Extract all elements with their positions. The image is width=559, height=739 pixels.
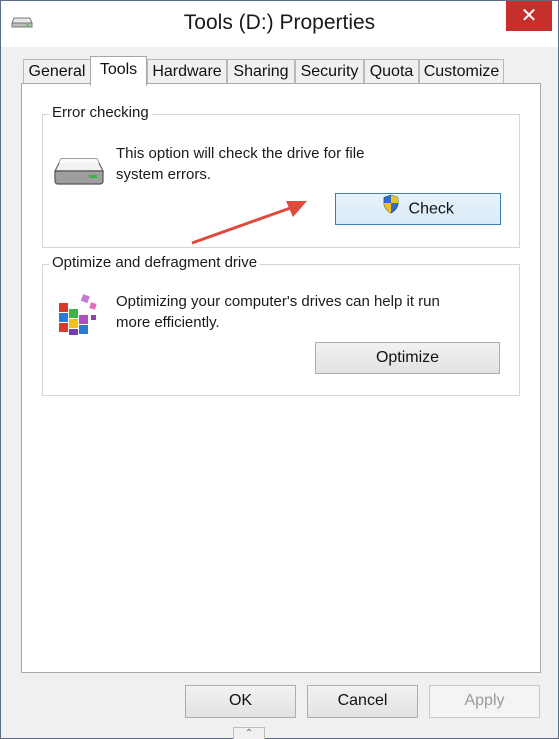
tab-tools[interactable]: Tools [90, 56, 147, 86]
error-checking-description: This option will check the drive for fil… [116, 143, 364, 185]
optimize-line-1: Optimizing your computer's drives can he… [116, 293, 440, 310]
tools-panel: Error checking This option will check th… [21, 83, 541, 673]
tab-security[interactable]: Security [295, 59, 364, 85]
optimize-button[interactable]: Optimize [315, 342, 500, 374]
optimize-description: Optimizing your computer's drives can he… [116, 291, 440, 333]
close-icon: ✕ [520, 5, 538, 27]
error-checking-group: Error checking This option will check th… [42, 104, 520, 248]
ok-button[interactable]: OK [185, 685, 296, 718]
chevron-up-icon: ⌃ [244, 728, 254, 739]
error-checking-line-1: This option will check the drive for fil… [116, 145, 365, 162]
error-checking-title: Error checking [49, 104, 152, 121]
window-title: Tools (D:) Properties [183, 11, 376, 34]
properties-window: Tools (D:) Properties ✕ General Tools Ha… [0, 0, 559, 739]
defragment-icon [55, 293, 101, 343]
cancel-button[interactable]: Cancel [307, 685, 418, 718]
tab-quota[interactable]: Quota [364, 59, 419, 85]
uac-shield-icon [382, 194, 400, 225]
optimize-group: Optimize and defragment drive Optimizing… [42, 254, 520, 396]
optimize-line-2: more efficiently. [116, 314, 220, 331]
check-button-label: Check [408, 200, 454, 218]
error-checking-line-2: system errors. [116, 166, 212, 183]
close-button[interactable]: ✕ [506, 1, 552, 31]
optimize-title: Optimize and defragment drive [49, 254, 261, 271]
tab-customize[interactable]: Customize [419, 59, 504, 85]
title-bar[interactable]: Tools (D:) Properties ✕ [1, 1, 558, 47]
hard-drive-icon [53, 155, 105, 191]
apply-button[interactable]: Apply [429, 685, 540, 718]
resize-grip[interactable]: ⌃ [233, 727, 265, 739]
tab-sharing[interactable]: Sharing [227, 59, 295, 85]
tab-hardware[interactable]: Hardware [147, 59, 227, 85]
check-button[interactable]: Check [335, 193, 501, 225]
tab-general[interactable]: General [23, 59, 91, 85]
